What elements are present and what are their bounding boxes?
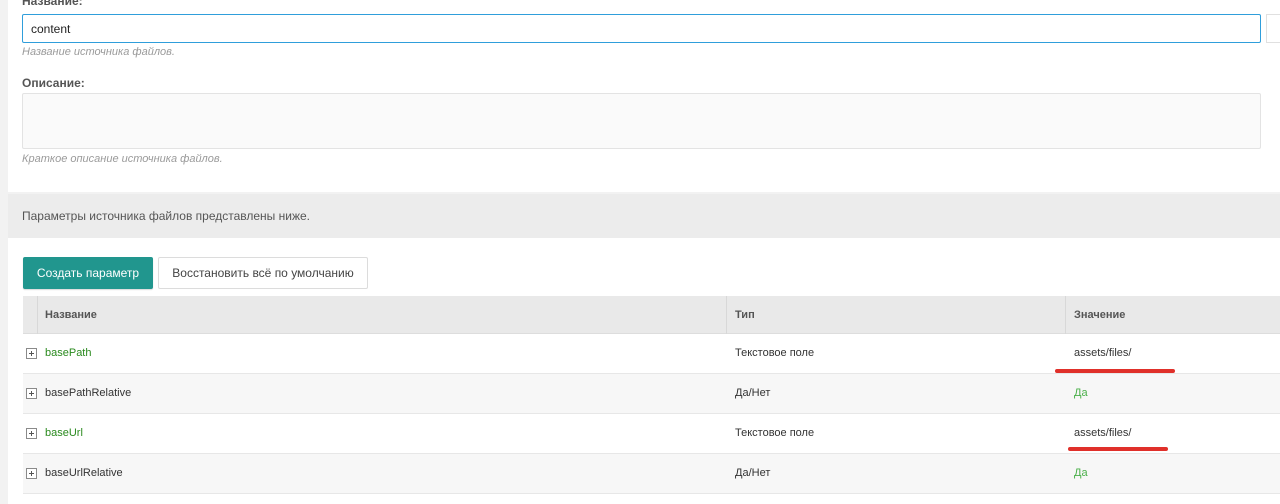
- row-type: Текстовое поле: [735, 427, 815, 439]
- page: Название: Название источника файлов. Опи…: [0, 0, 1280, 504]
- create-parameter-button[interactable]: Создать параметр: [23, 257, 153, 289]
- column-separator: [1065, 296, 1066, 334]
- expand-icon[interactable]: [26, 428, 37, 439]
- name-hint: Название источника файлов.: [22, 46, 175, 58]
- expand-icon[interactable]: [26, 468, 37, 479]
- row-type: Текстовое поле: [735, 347, 815, 359]
- right-column-input[interactable]: [1266, 14, 1280, 43]
- row-name: baseUrl: [45, 427, 83, 439]
- row-name: baseUrlRelative: [45, 467, 123, 479]
- description-hint: Краткое описание источника файлов.: [22, 153, 223, 165]
- annotation-underline: [1068, 447, 1168, 451]
- row-type: Да/Нет: [735, 467, 771, 479]
- row-type: Да/Нет: [735, 387, 771, 399]
- row-value[interactable]: Да: [1074, 387, 1088, 399]
- row-name: basePathRelative: [45, 387, 132, 399]
- description-textarea[interactable]: [22, 93, 1261, 149]
- row-value[interactable]: Да: [1074, 467, 1088, 479]
- table-row[interactable]: basePathRelative Да/Нет Да: [23, 374, 1280, 414]
- grid-header: Название Тип Значение: [23, 296, 1280, 334]
- table-row[interactable]: baseUrlRelative Да/Нет Да: [23, 454, 1280, 494]
- restore-defaults-button[interactable]: Восстановить всё по умолчанию: [158, 257, 368, 289]
- expand-icon[interactable]: [26, 388, 37, 399]
- annotation-underline: [1055, 369, 1175, 373]
- column-header-name[interactable]: Название: [45, 309, 97, 321]
- column-header-type[interactable]: Тип: [735, 309, 755, 321]
- properties-grid: Название Тип Значение basePath Текстовое…: [23, 296, 1280, 504]
- info-band: Параметры источника файлов представлены …: [8, 194, 1280, 238]
- row-value[interactable]: assets/files/: [1074, 427, 1131, 439]
- column-separator: [37, 296, 38, 334]
- info-text: Параметры источника файлов представлены …: [22, 209, 310, 223]
- expand-icon[interactable]: [26, 348, 37, 359]
- source-form-panel: Название: Название источника файлов. Опи…: [8, 0, 1280, 192]
- column-separator: [726, 296, 727, 334]
- row-value[interactable]: assets/files/: [1074, 347, 1131, 359]
- name-input[interactable]: [22, 14, 1261, 43]
- table-row[interactable]: basePath Текстовое поле assets/files/: [23, 334, 1280, 374]
- row-name: basePath: [45, 347, 92, 359]
- column-header-value[interactable]: Значение: [1074, 309, 1125, 321]
- name-label: Название:: [22, 0, 83, 8]
- description-label: Описание:: [22, 76, 85, 90]
